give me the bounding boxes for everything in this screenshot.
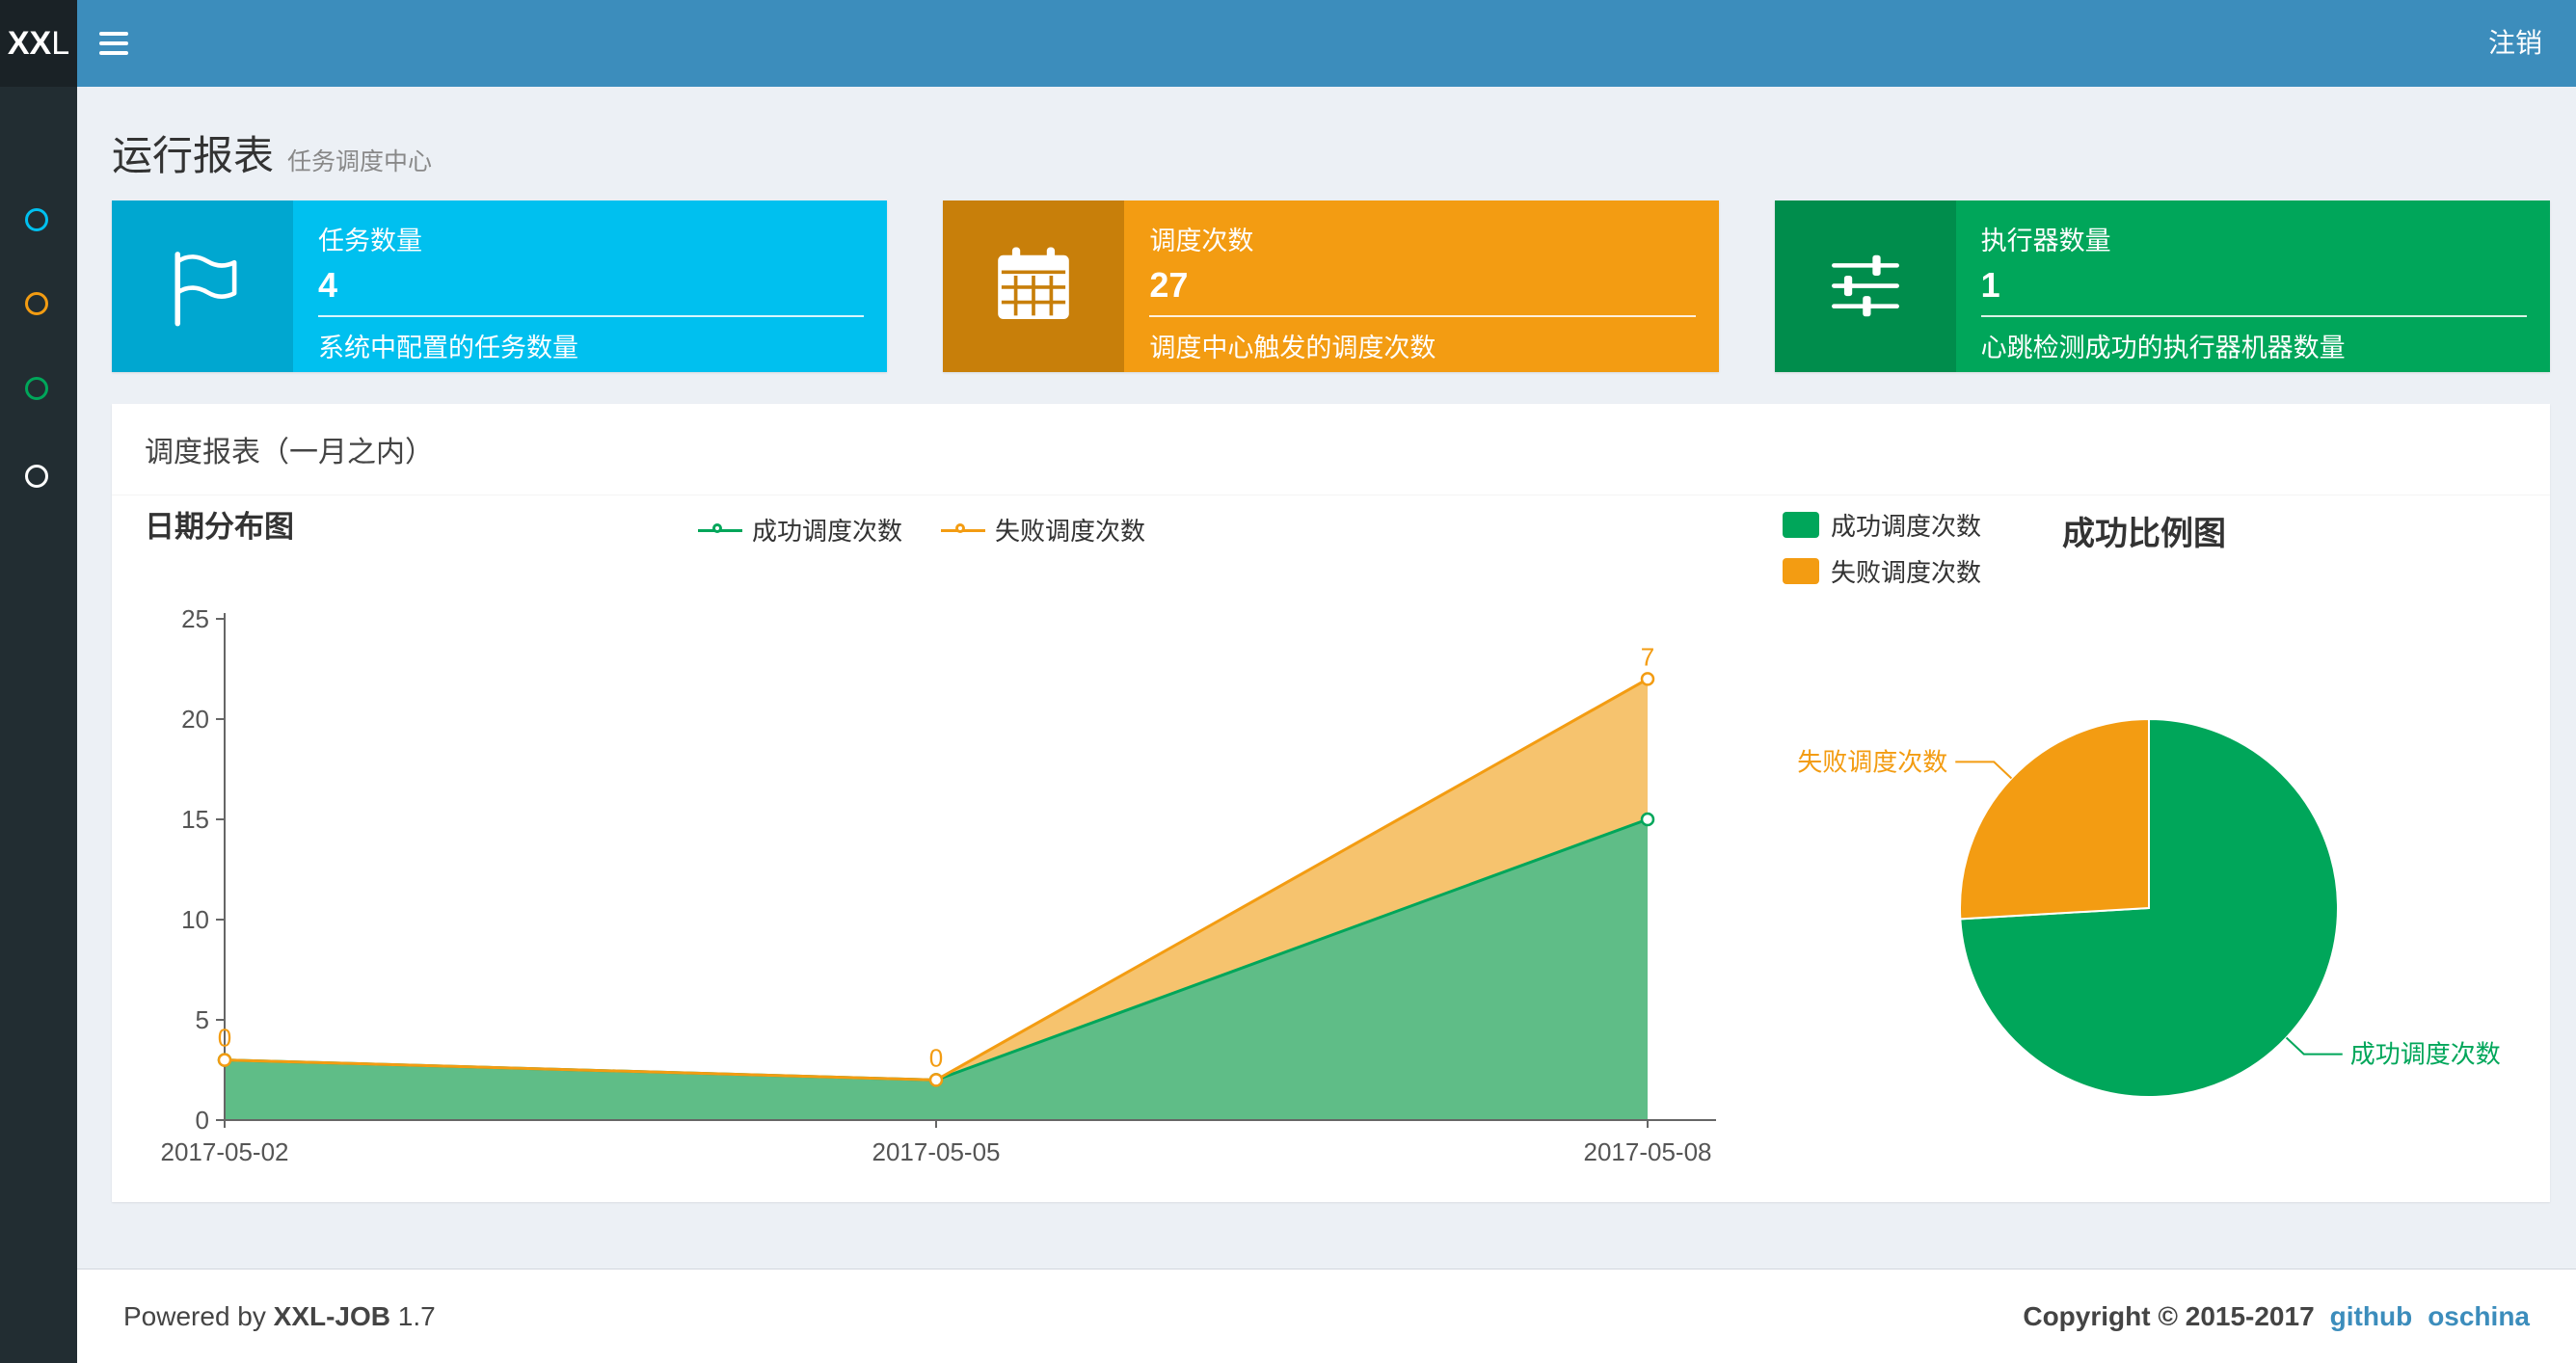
info-box-value: 1 [1980, 265, 2000, 305]
legend-item-fail[interactable]: 失败调度次数 [941, 512, 1145, 548]
info-box-job-count: 任务数量 4 系统中配置的任务数量 [112, 200, 888, 372]
page-header: 运行报表 任务调度中心 [112, 123, 432, 182]
legend-item-success[interactable]: 成功调度次数 [697, 512, 902, 548]
info-box-body: 执行器数量 1 心跳检测成功的执行器机器数量 [1955, 200, 2550, 372]
sidebar-item-executor[interactable] [25, 465, 48, 488]
swatch-icon [1783, 512, 1819, 538]
info-box-body: 调度次数 27 调度中心触发的调度次数 [1124, 200, 1719, 372]
info-box-value: 27 [1149, 265, 1189, 305]
sidebar-item-log[interactable] [25, 377, 48, 400]
svg-text:15: 15 [181, 805, 209, 834]
flag-icon [112, 200, 293, 372]
panel-title: 调度报表（一月之内） [112, 404, 2550, 495]
logout-link[interactable]: 注销 [2455, 0, 2576, 87]
line-chart-legend: 成功调度次数 失败调度次数 [112, 512, 1731, 548]
oschina-link[interactable]: oschina [2428, 1301, 2530, 1332]
svg-text:5: 5 [196, 1005, 209, 1034]
svg-text:0: 0 [929, 1043, 943, 1072]
svg-text:20: 20 [181, 705, 209, 734]
sidebar [0, 87, 77, 1363]
info-box-row: 任务数量 4 系统中配置的任务数量 调度次数 27 调度中心触发的调度次数 执行… [112, 200, 2550, 372]
info-box-desc: 心跳检测成功的执行器机器数量 [1980, 334, 2346, 362]
legend-label: 失败调度次数 [995, 517, 1146, 546]
legend-label: 成功调度次数 [751, 517, 902, 546]
svg-text:失败调度次数: 失败调度次数 [1797, 747, 1947, 776]
divider [1980, 315, 2527, 317]
info-box-executor-count: 执行器数量 1 心跳检测成功的执行器机器数量 [1774, 200, 2550, 372]
svg-text:10: 10 [181, 905, 209, 934]
svg-text:7: 7 [1641, 642, 1654, 671]
info-box-value: 4 [318, 265, 338, 305]
top-navbar: XX L 注销 [0, 0, 2576, 87]
circle-icon [25, 208, 48, 231]
pie-chart-title: 成功比例图 [2062, 516, 2226, 552]
hamburger-bar [99, 51, 128, 55]
sidebar-item-report[interactable] [25, 208, 48, 231]
svg-text:0: 0 [196, 1106, 209, 1135]
date-distribution-chart[interactable]: 05101520252017-05-02 2017-05-05 2017-05-08… [161, 604, 1784, 1186]
svg-text:25: 25 [181, 604, 209, 633]
pie-legend-item-fail[interactable]: 失败调度次数 [1783, 553, 1981, 589]
github-link[interactable]: github [2330, 1301, 2413, 1332]
footer-copyright: Copyright © 2015-2017 [2023, 1300, 2315, 1331]
hamburger-bar [99, 41, 128, 45]
circle-icon [25, 292, 48, 315]
page-subtitle: 任务调度中心 [287, 148, 433, 175]
info-box-trigger-count: 调度次数 27 调度中心触发的调度次数 [943, 200, 1719, 372]
svg-text:2017-05-05: 2017-05-05 [872, 1137, 1001, 1166]
svg-text:0: 0 [218, 1024, 231, 1053]
pie-legend-item-success[interactable]: 成功调度次数 [1783, 507, 1981, 543]
line-marker-icon [697, 521, 742, 539]
pie-chart-section: 成功调度次数 失败调度次数 成功比例图 成功调度次数 失败调度次数 [1783, 501, 2554, 1195]
legend-label: 失败调度次数 [1831, 558, 1982, 587]
hamburger-icon[interactable] [77, 0, 150, 87]
footer-powered-by: Powered by XXL-JOB 1.7 [123, 1300, 436, 1331]
svg-text:2017-05-08: 2017-05-08 [1584, 1137, 1712, 1166]
divider [1149, 315, 1696, 317]
circle-icon [25, 377, 48, 400]
info-box-desc: 系统中配置的任务数量 [318, 334, 578, 362]
app-logo[interactable]: XX L [0, 0, 77, 87]
circle-icon [25, 465, 48, 488]
sidebar-item-jobs[interactable] [25, 292, 48, 315]
logo-bold-text: XX [7, 24, 52, 62]
line-marker-icon [941, 521, 985, 539]
logo-light-text: L [51, 24, 70, 62]
hamburger-bar [99, 32, 128, 36]
report-panel: 调度报表（一月之内） 日期分布图 成功调度次数 失败调度次数 0 5 10 15 20 2… [112, 404, 2550, 1202]
footer-right: Copyright © 2015-2017 github oschina [2023, 1301, 2530, 1332]
divider [318, 315, 865, 317]
info-box-title: 执行器数量 [1980, 227, 2111, 255]
page-title: 运行报表 [112, 133, 275, 178]
info-box-desc: 调度中心触发的调度次数 [1149, 334, 1436, 362]
legend-label: 成功调度次数 [1831, 512, 1982, 541]
info-box-body: 任务数量 4 系统中配置的任务数量 [293, 200, 888, 372]
info-box-title: 调度次数 [1149, 227, 1254, 255]
info-box-title: 任务数量 [318, 227, 422, 255]
swatch-icon [1783, 558, 1819, 584]
calendar-icon [943, 200, 1125, 372]
sliders-icon [1774, 200, 1956, 372]
svg-text:成功调度次数: 成功调度次数 [2350, 1040, 2501, 1069]
main-content: 运行报表 任务调度中心 任务数量 4 系统中配置的任务数量 调度次数 27 调度… [77, 87, 2576, 1363]
success-ratio-pie-chart[interactable]: 成功调度次数 失败调度次数 [1783, 607, 2535, 1195]
svg-text:2017-05-02: 2017-05-02 [161, 1137, 289, 1166]
footer: Powered by XXL-JOB 1.7 Copyright © 2015-… [77, 1269, 2576, 1363]
